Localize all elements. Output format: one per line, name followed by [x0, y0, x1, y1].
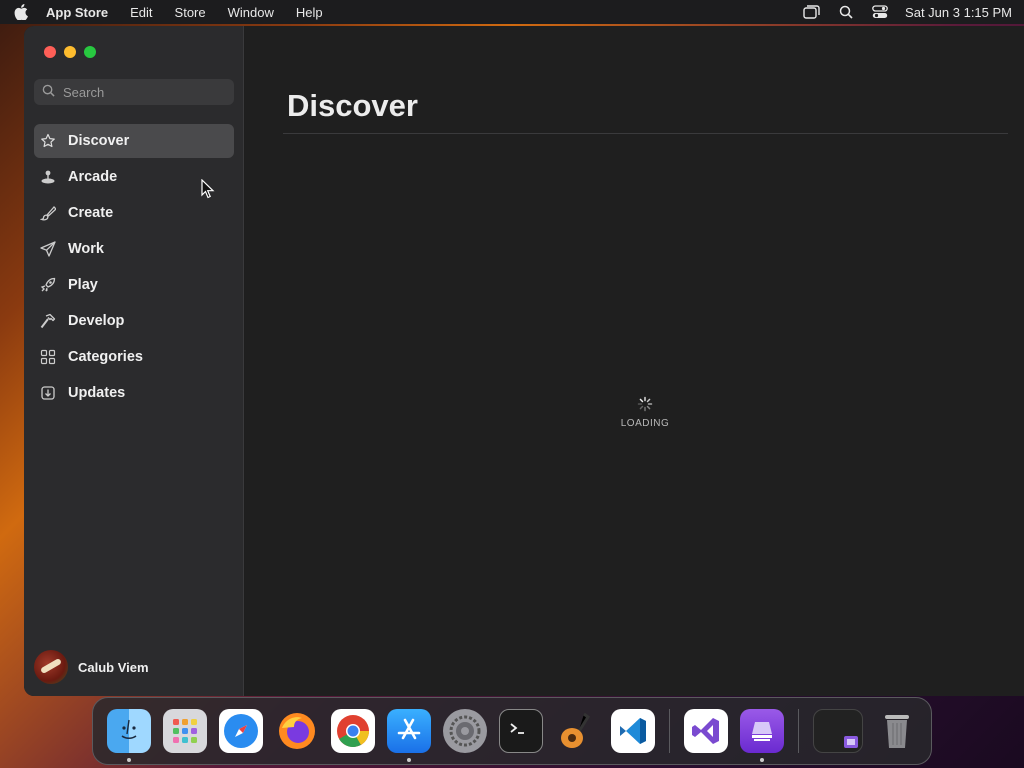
title-divider [283, 133, 1008, 134]
sidebar-item-label: Arcade [68, 169, 118, 185]
sidebar-item-develop[interactable]: Develop [34, 304, 234, 338]
dock-terminal-icon[interactable] [499, 709, 543, 753]
brush-icon [40, 205, 56, 221]
dock-app-store-icon[interactable] [387, 709, 431, 762]
dock-launchpad-icon[interactable] [163, 709, 207, 753]
sidebar-item-label: Discover [68, 133, 130, 149]
dock-apple-configurator-icon[interactable] [740, 709, 784, 762]
close-button[interactable] [44, 46, 56, 58]
menu-app-name[interactable]: App Store [46, 5, 108, 20]
account-button[interactable]: Calub Viem [34, 650, 149, 684]
download-icon [40, 385, 56, 401]
sidebar-item-label: Create [68, 205, 114, 221]
sidebar-item-label: Play [68, 277, 98, 293]
running-indicator [760, 758, 764, 762]
dock-safari-icon[interactable] [219, 709, 263, 753]
control-center-icon[interactable] [871, 3, 889, 21]
sidebar-item-work[interactable]: Work [34, 232, 234, 266]
dock [92, 697, 932, 765]
sidebar-item-label: Updates [68, 385, 126, 401]
zoom-button[interactable] [84, 46, 96, 58]
sidebar-item-discover[interactable]: Discover [34, 124, 234, 158]
sidebar-item-label: Work [68, 241, 104, 257]
apple-icon[interactable] [12, 3, 30, 21]
spotlight-search-icon[interactable] [837, 3, 855, 21]
sidebar-item-label: Develop [68, 313, 125, 329]
stage-manager-icon[interactable] [803, 3, 821, 21]
mouse-cursor-icon [201, 178, 215, 204]
spinner-icon [637, 396, 653, 412]
dock-visual-studio-icon[interactable] [684, 709, 728, 753]
dock-chrome-icon[interactable] [331, 709, 375, 753]
dock-vscode-icon[interactable] [611, 709, 655, 753]
menu-store[interactable]: Store [175, 5, 206, 20]
dock-firefox-icon[interactable] [275, 709, 319, 753]
menu-edit[interactable]: Edit [130, 5, 152, 20]
running-indicator [127, 758, 131, 762]
paper-plane-icon [40, 241, 56, 257]
menu-window[interactable]: Window [228, 5, 274, 20]
search-icon [42, 84, 55, 100]
menubar-clock[interactable]: Sat Jun 3 1:15 PM [905, 5, 1012, 20]
dock-separator [669, 709, 670, 753]
joystick-icon [40, 169, 56, 185]
sidebar-item-categories[interactable]: Categories [34, 340, 234, 374]
sidebar-nav: Discover Arcade Create Work Play Develop… [34, 124, 234, 412]
search-input[interactable] [63, 84, 213, 100]
sidebar: Discover Arcade Create Work [24, 26, 244, 696]
grid-icon [40, 349, 56, 365]
star-icon [40, 133, 56, 149]
dock-garageband-icon[interactable] [555, 709, 599, 753]
hammer-icon [40, 313, 56, 329]
menu-bar: App Store Edit Store Window Help Sat Jun… [0, 0, 1024, 24]
sidebar-item-updates[interactable]: Updates [34, 376, 234, 410]
loading-indicator: LOADING [615, 396, 675, 429]
menu-help[interactable]: Help [296, 5, 323, 20]
dock-recent-window-icon[interactable] [813, 709, 863, 753]
dock-separator [798, 709, 799, 753]
loading-label: LOADING [620, 418, 670, 429]
sidebar-item-label: Categories [68, 349, 143, 365]
running-indicator [407, 758, 411, 762]
rocket-icon [40, 277, 56, 293]
window-controls [44, 46, 96, 58]
app-store-window: Discover Arcade Create Work [24, 26, 1024, 696]
minimize-button[interactable] [64, 46, 76, 58]
page-title: Discover [287, 88, 418, 123]
dock-system-settings-icon[interactable] [443, 709, 487, 753]
dock-finder-icon[interactable] [107, 709, 151, 762]
avatar [34, 650, 68, 684]
main-content: Discover LOADING [245, 26, 1024, 696]
sidebar-item-play[interactable]: Play [34, 268, 234, 302]
dock-trash-icon[interactable] [875, 709, 919, 753]
user-name: Calub Viem [78, 659, 149, 675]
search-field[interactable] [34, 79, 234, 105]
